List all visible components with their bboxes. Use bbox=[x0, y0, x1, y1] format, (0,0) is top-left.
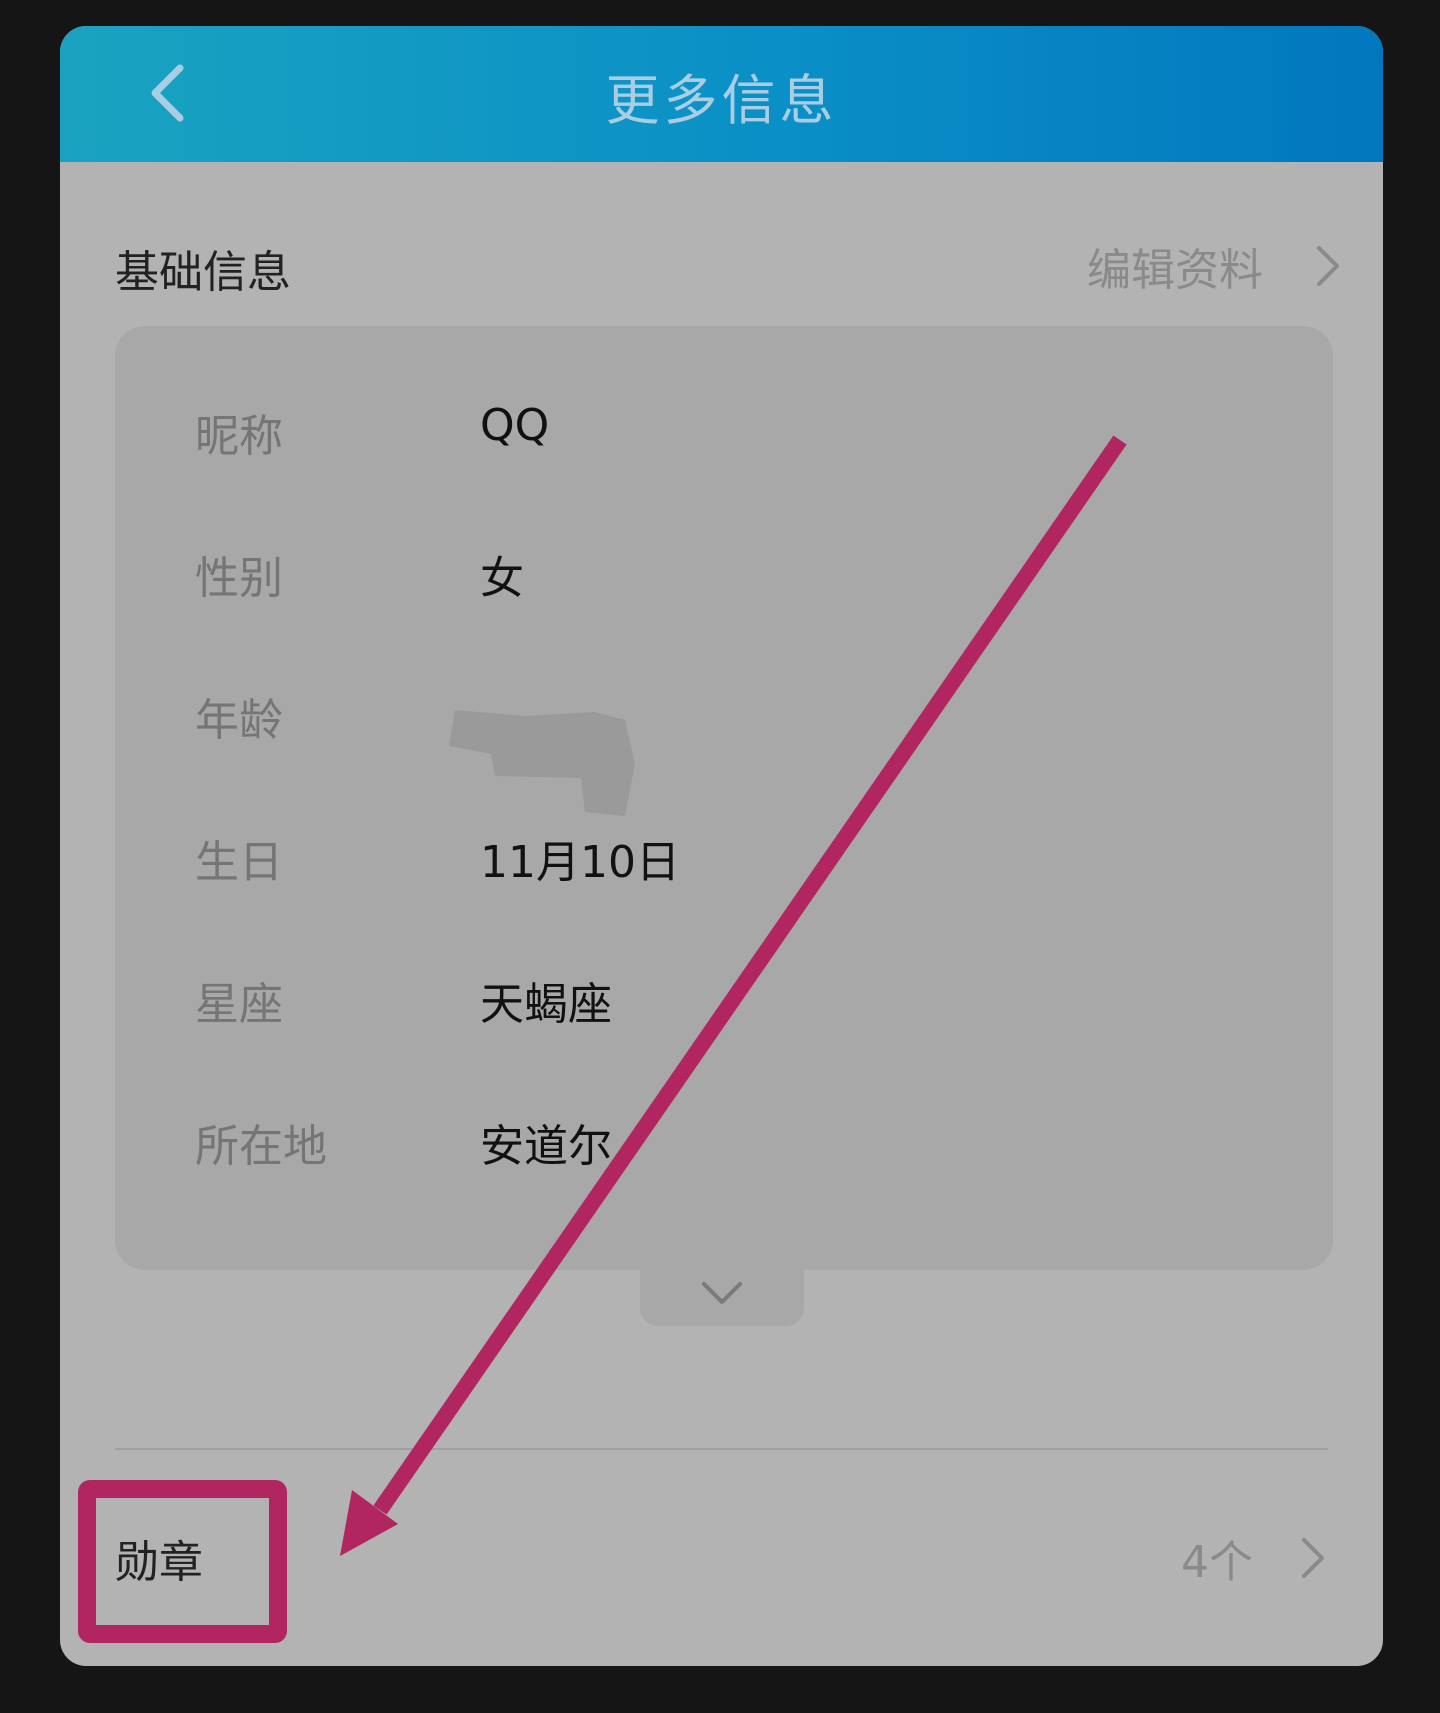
chevron-down-icon bbox=[702, 1282, 742, 1304]
age-label: 年龄 bbox=[195, 695, 283, 746]
gender-value: 女 bbox=[480, 553, 524, 604]
zodiac-label: 星座 bbox=[195, 979, 283, 1030]
info-row-birthday: 生日 11月10日 bbox=[115, 816, 1333, 896]
nickname-label: 昵称 bbox=[195, 411, 283, 462]
annotation-highlight-box bbox=[78, 1480, 287, 1643]
nickname-value: QQ bbox=[480, 400, 550, 451]
birthday-label: 生日 bbox=[195, 837, 283, 888]
info-row-location: 所在地 安道尔 bbox=[115, 1100, 1333, 1180]
location-value: 安道尔 bbox=[480, 1121, 612, 1172]
divider bbox=[115, 1448, 1328, 1450]
info-row-age: 年龄 bbox=[115, 674, 1333, 754]
chevron-right-icon bbox=[1302, 1538, 1324, 1578]
top-bar: 更多信息 bbox=[60, 26, 1383, 162]
chevron-right-icon bbox=[1317, 246, 1339, 286]
birthday-value: 11月10日 bbox=[480, 837, 680, 888]
gender-label: 性别 bbox=[195, 553, 283, 604]
page-title: 更多信息 bbox=[605, 69, 838, 132]
info-row-zodiac: 星座 天蝎座 bbox=[115, 958, 1333, 1038]
basic-info-header: 基础信息 编辑资料 bbox=[115, 216, 1343, 326]
redaction-mark bbox=[449, 710, 635, 816]
section-title: 基础信息 bbox=[115, 247, 291, 298]
info-row-gender: 性别 女 bbox=[115, 532, 1333, 612]
expand-button[interactable] bbox=[640, 1270, 804, 1326]
edit-profile-label: 编辑资料 bbox=[1087, 245, 1263, 296]
badges-count: 4个 bbox=[1181, 1537, 1253, 1588]
edit-profile-link[interactable]: 编辑资料 bbox=[1087, 236, 1343, 296]
app-screen: 更多信息 基础信息 编辑资料 昵称 QQ 性别 女 年龄 生日 11月10日 星… bbox=[60, 26, 1383, 1666]
basic-info-card: 昵称 QQ 性别 女 年龄 生日 11月10日 星座 天蝎座 所在地 安道尔 bbox=[115, 326, 1333, 1270]
zodiac-value: 天蝎座 bbox=[480, 979, 612, 1030]
location-label: 所在地 bbox=[195, 1121, 327, 1172]
info-row-nickname: 昵称 QQ bbox=[115, 390, 1333, 470]
